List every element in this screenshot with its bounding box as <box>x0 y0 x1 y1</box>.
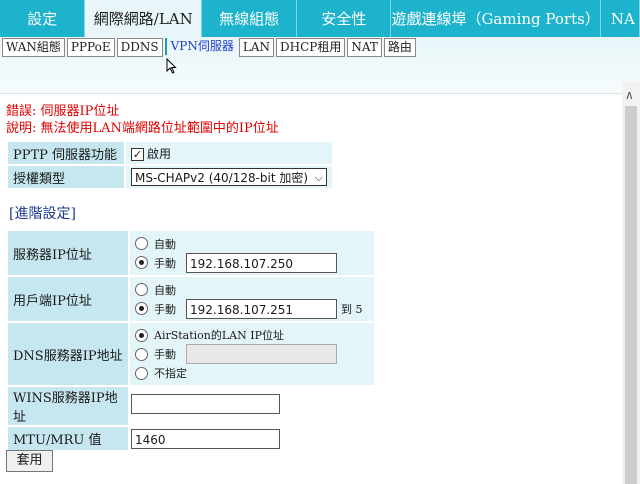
tab-wireless[interactable]: 無線組態 <box>202 0 298 37</box>
wins-input[interactable] <box>131 394 280 414</box>
tab-security[interactable]: 安全性 <box>297 0 392 37</box>
radio-label: 手動 <box>154 302 176 316</box>
radio-label: AirStation的LAN IP位址 <box>154 329 284 342</box>
subtab-pppoe[interactable]: PPPoE <box>66 38 115 57</box>
top-navigation: 設定 網際網路/LAN 無線組態 安全性 遊戲連線埠（Gaming Ports）… <box>0 0 640 37</box>
tab-internet-lan[interactable]: 網際網路/LAN <box>85 0 203 37</box>
error-line: 錯誤: 伺服器IP位址 <box>6 104 120 119</box>
server-ip-auto-radio[interactable] <box>135 237 148 250</box>
subtab-dhcp-lease[interactable]: DHCP租用 <box>276 38 346 57</box>
client-ip-auto-radio[interactable] <box>135 283 148 296</box>
sub-navigation: WAN組態 PPPoE DDNS VPN伺服器 LAN DHCP租用 NAT 路… <box>0 37 640 95</box>
radio-label: 自動 <box>154 283 176 297</box>
client-ip-manual-radio[interactable] <box>135 302 148 315</box>
error-message: 錯誤: 伺服器IP位址 說明: 無法使用LAN端網路位址範圍中的IP位址 <box>6 103 279 137</box>
dns-none-radio[interactable] <box>135 366 148 380</box>
client-ip-range-suffix: 到 5 <box>341 302 363 316</box>
pptp-enable-label: 啟用 <box>147 146 172 161</box>
radio-label: 手動 <box>154 348 176 361</box>
tab-nas[interactable]: NA <box>601 0 640 37</box>
subtab-vpn-server[interactable]: VPN伺服器 <box>164 38 237 55</box>
server-ip-manual-radio[interactable] <box>135 256 148 269</box>
tab-gaming-ports[interactable]: 遊戲連線埠（Gaming Ports） <box>391 0 601 37</box>
dns-ip-input[interactable] <box>186 344 337 364</box>
mouse-cursor-icon <box>166 58 177 74</box>
auth-type-value: MS-CHAPv2 (40/128-bit 加密) <box>135 171 309 185</box>
advanced-settings-table: 服務器IP位址 自動 手動 192.168.107.250 用戶端IP位址 自動… <box>6 229 376 452</box>
dns-manual-radio[interactable] <box>135 347 148 361</box>
pptp-label: PPTP 伺服器功能 <box>8 142 124 164</box>
auth-type-select[interactable]: MS-CHAPv2 (40/128-bit 加密) ⌵ <box>131 168 327 186</box>
pptp-enable-checkbox[interactable]: ✓ <box>131 147 144 161</box>
scroll-up-icon[interactable]: ∧ <box>625 88 634 102</box>
dns-airstation-radio[interactable] <box>135 328 148 342</box>
error-explanation: 說明: 無法使用LAN端網路位址範圍中的IP位址 <box>6 121 279 136</box>
scrollbar-thumb[interactable] <box>625 106 637 484</box>
server-ip-label: 服務器IP位址 <box>8 231 128 275</box>
auth-type-label: 授權類型 <box>8 166 124 188</box>
radio-label: 不指定 <box>154 367 187 380</box>
radio-label: 手動 <box>154 256 176 270</box>
advanced-settings-title: [進階設定] <box>9 206 76 222</box>
mtu-input[interactable]: 1460 <box>131 428 280 449</box>
mtu-label: MTU/MRU 值 <box>8 427 128 450</box>
vertical-scrollbar[interactable]: ∧ <box>622 82 640 484</box>
subtab-lan[interactable]: LAN <box>238 38 274 57</box>
server-ip-input[interactable]: 192.168.107.250 <box>186 252 337 273</box>
client-ip-input[interactable]: 192.168.107.251 <box>186 298 337 319</box>
subtab-ddns[interactable]: DDNS <box>116 38 163 57</box>
radio-label: 自動 <box>154 237 176 251</box>
dns-label: DNS服務器IP地址 <box>8 323 128 385</box>
chevron-down-icon: ⌵ <box>314 171 323 184</box>
subtab-routing[interactable]: 路由 <box>383 38 416 57</box>
wins-label: WINS服務器IP地址 <box>8 387 128 425</box>
divider <box>0 93 622 94</box>
subtab-nat[interactable]: NAT <box>347 38 382 57</box>
apply-button[interactable]: 套用 <box>6 450 53 472</box>
tab-setup[interactable]: 設定 <box>0 0 86 37</box>
basic-settings-table: PPTP 伺服器功能 ✓ 啟用 授權類型 MS-CHAPv2 (40/128-bi… <box>6 140 334 190</box>
subtab-wan[interactable]: WAN組態 <box>2 38 65 57</box>
client-ip-label: 用戶端IP位址 <box>8 277 128 321</box>
